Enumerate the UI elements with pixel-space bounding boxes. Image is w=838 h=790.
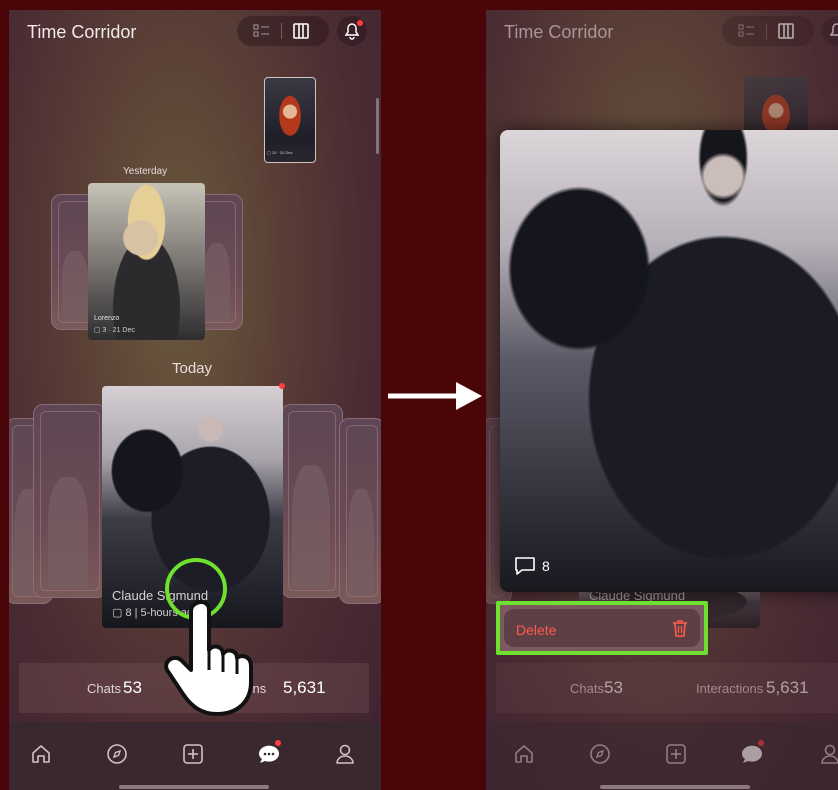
- plus-square-icon: [666, 744, 686, 764]
- notification-dot: [758, 740, 764, 746]
- profile-icon: [821, 744, 838, 764]
- nav-home[interactable]: [510, 740, 538, 768]
- list-view-button[interactable]: [728, 19, 764, 43]
- character-card-small[interactable]: ▢ 10 · 20 Dec: [264, 77, 316, 163]
- chats-value: 53: [123, 678, 142, 697]
- plus-square-icon: [183, 744, 203, 764]
- silhouette: [48, 477, 88, 589]
- silhouette: [292, 465, 330, 589]
- chats-value: 53: [604, 678, 623, 697]
- nav-create[interactable]: [179, 740, 207, 768]
- nav-explore[interactable]: [586, 740, 614, 768]
- pointing-hand-icon: [164, 600, 253, 716]
- delete-label: Delete: [516, 622, 557, 638]
- comment-icon: [515, 557, 535, 575]
- card-meta: ▢ 10 · 20 Dec: [267, 150, 293, 155]
- top-bar: Time Corridor: [486, 10, 838, 54]
- interactions-label: Interactions: [696, 681, 764, 696]
- delete-action[interactable]: Delete: [496, 601, 708, 655]
- silhouette: [62, 251, 88, 321]
- transition-arrow-icon: [388, 382, 482, 410]
- nav-chats[interactable]: [255, 740, 283, 768]
- compass-icon: [107, 744, 127, 764]
- section-label-yesterday: Yesterday: [123, 166, 168, 177]
- book-view-button[interactable]: [283, 19, 319, 43]
- top-bar: Time Corridor: [9, 10, 381, 54]
- nav-profile[interactable]: [816, 740, 838, 768]
- silhouette: [204, 243, 230, 321]
- view-toggle: [237, 16, 329, 46]
- home-icon: [32, 745, 50, 763]
- interactions-value: 5,631: [283, 678, 326, 697]
- view-toggle: [722, 16, 814, 46]
- bottom-nav: [9, 722, 381, 790]
- book-icon: [293, 23, 309, 39]
- notification-dot: [275, 740, 281, 746]
- list-view-icon: [738, 24, 754, 37]
- card-meta: ▢ 3 · 21 Dec: [94, 327, 135, 334]
- nav-explore[interactable]: [103, 740, 131, 768]
- left-screen: Time Corridor ▢ 10 · 20 Dec Yesterday Lo…: [9, 10, 381, 790]
- delete-button-surface: Delete: [504, 609, 700, 647]
- character-card-lorenzo[interactable]: Lorenzo ▢ 3 · 21 Dec: [88, 183, 205, 340]
- list-view-button[interactable]: [243, 19, 279, 43]
- profile-icon: [336, 744, 354, 764]
- character-frame-left[interactable]: [33, 404, 107, 598]
- notification-dot: [357, 20, 363, 26]
- book-view-button[interactable]: [768, 19, 804, 43]
- nav-create[interactable]: [662, 740, 690, 768]
- expanded-character-card[interactable]: 8: [500, 130, 838, 592]
- list-view-icon: [253, 24, 269, 37]
- right-screen: Time Corridor Claude Sigmund Chats 53 In…: [486, 10, 838, 790]
- character-frame-right[interactable]: [281, 404, 343, 598]
- notification-button[interactable]: [822, 16, 838, 46]
- card-name: Lorenzo: [94, 315, 120, 322]
- page-title: Time Corridor: [27, 22, 137, 42]
- home-indicator: [600, 785, 750, 789]
- scrollbar[interactable]: [376, 98, 379, 154]
- nav-chats[interactable]: [738, 740, 766, 768]
- chats-label: Chats: [87, 681, 121, 696]
- interactions-value: 5,631: [766, 678, 809, 697]
- section-label-today: Today: [172, 360, 213, 377]
- page-title: Time Corridor: [504, 22, 614, 42]
- notification-button[interactable]: [337, 16, 367, 46]
- stats-bar: Chats 53 Interactions 5,631: [496, 663, 838, 713]
- compass-icon: [590, 744, 610, 764]
- chats-label: Chats: [570, 681, 604, 696]
- silhouette: [348, 489, 374, 595]
- nav-profile[interactable]: [331, 740, 359, 768]
- bell-icon: [829, 23, 838, 36]
- trash-icon: [673, 620, 687, 637]
- toggle-divider: [281, 23, 282, 39]
- unread-dot: [279, 383, 285, 389]
- character-frame-far-right[interactable]: [339, 418, 381, 604]
- bottom-nav: [486, 722, 838, 790]
- home-icon: [515, 745, 533, 763]
- comment-count: 8: [542, 558, 550, 574]
- home-indicator: [119, 785, 269, 789]
- toggle-divider: [766, 23, 767, 39]
- book-icon: [778, 23, 794, 39]
- nav-home[interactable]: [27, 740, 55, 768]
